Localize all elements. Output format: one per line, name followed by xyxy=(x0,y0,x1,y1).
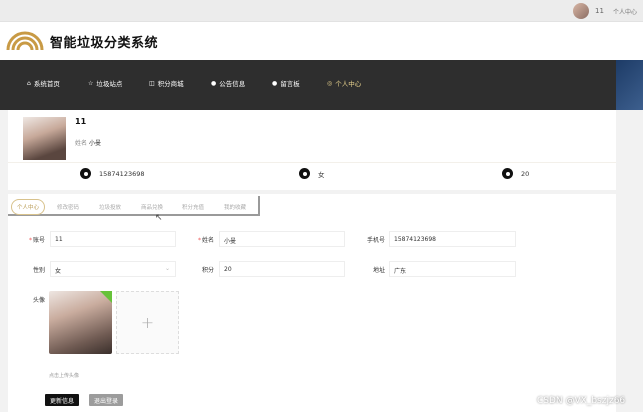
profile-nickname: 小曼 xyxy=(89,140,102,147)
points-icon xyxy=(502,168,513,179)
nav-item-shop[interactable]: ◫ 积分商城 xyxy=(149,78,184,89)
profile-avatar xyxy=(23,117,66,160)
nav-label: 公告信息 xyxy=(219,80,246,88)
top-bar: 11 个人中心 xyxy=(0,0,643,22)
profile-form-card: 个人中心 修改密码 垃圾投放 商品兑换 积分充值 我的收藏 ↖ *账号 11 *… xyxy=(8,194,616,412)
site-title: 智能垃圾分类系统 xyxy=(50,36,159,51)
phone-field[interactable]: 15874123698 xyxy=(389,231,516,247)
stat-points: 20 xyxy=(502,168,529,179)
nav-item-personal-center[interactable]: ◎ 个人中心 xyxy=(327,78,362,89)
tab-personal-center[interactable]: 个人中心 xyxy=(11,199,46,215)
star-icon: ☆ xyxy=(88,79,94,87)
shop-icon: ◫ xyxy=(149,79,155,87)
phone-icon xyxy=(80,168,91,179)
upload-hint: 点击上传头像 xyxy=(49,373,80,379)
nav-item-home[interactable]: ⌂ 系统首页 xyxy=(27,78,60,89)
stat-value: 15874123698 xyxy=(99,169,145,178)
gender-select[interactable]: 女 ⌄ xyxy=(50,261,176,277)
gender-value: 女 xyxy=(55,268,62,275)
home-icon: ⌂ xyxy=(27,79,31,87)
tab-exchange[interactable]: 商品兑换 xyxy=(141,203,163,211)
label-text: 账号 xyxy=(32,237,45,244)
update-button[interactable]: 更新信息 xyxy=(45,394,80,406)
stat-value: 女 xyxy=(318,170,325,179)
gender-icon xyxy=(299,168,310,179)
name-field[interactable]: 小曼 xyxy=(219,231,345,247)
side-background xyxy=(616,60,643,110)
watermark: CSDN @VX_bszjz66 xyxy=(537,396,626,406)
avatar-preview[interactable] xyxy=(49,291,112,354)
avatar-label: 头像 xyxy=(32,297,45,304)
points-field[interactable]: 20 xyxy=(219,261,345,277)
tab-change-password[interactable]: 修改密码 xyxy=(57,203,79,211)
stat-value: 20 xyxy=(521,169,530,178)
nav-label: 积分商城 xyxy=(157,80,184,88)
points-label: 积分 xyxy=(201,267,214,274)
info-icon: ● xyxy=(211,79,217,87)
logout-button[interactable]: 退出登录 xyxy=(89,394,124,406)
mouse-cursor-icon: ↖ xyxy=(155,213,163,223)
gender-label: 性别 xyxy=(32,267,45,274)
user-icon: ◎ xyxy=(327,79,333,87)
divider xyxy=(8,162,616,163)
nav-label: 留言板 xyxy=(280,80,300,88)
site-header: 智能垃圾分类系统 xyxy=(0,22,643,60)
check-icon xyxy=(100,291,112,303)
message-icon: ● xyxy=(272,79,278,87)
chevron-down-icon: ⌄ xyxy=(164,265,170,272)
name-label: *姓名 xyxy=(197,237,214,244)
top-username[interactable]: 11 xyxy=(595,7,604,15)
nav-label: 系统首页 xyxy=(33,80,60,88)
profile-summary: 11 姓名 小曼 15874123698 女 20 xyxy=(8,110,616,190)
nav-label: 个人中心 xyxy=(335,80,362,88)
profile-name: 11 xyxy=(75,117,87,126)
label-text: 姓名 xyxy=(201,237,214,244)
logo-icon xyxy=(6,31,44,51)
account-field[interactable]: 11 xyxy=(50,231,176,247)
tab-garbage-drop[interactable]: 垃圾投放 xyxy=(99,203,121,211)
nav-item-notices[interactable]: ● 公告信息 xyxy=(211,78,246,89)
tab-bar: 个人中心 修改密码 垃圾投放 商品兑换 积分充值 我的收藏 xyxy=(8,196,260,216)
tab-favorites[interactable]: 我的收藏 xyxy=(224,203,246,211)
user-avatar[interactable] xyxy=(573,3,589,19)
personal-center-link[interactable]: 个人中心 xyxy=(613,7,637,16)
main-nav: ⌂ 系统首页 ☆ 垃圾站点 ◫ 积分商城 ● 公告信息 ● 留言板 ◎ 个人中心 xyxy=(0,60,616,110)
stat-gender: 女 xyxy=(299,168,325,179)
profile-nickname-label: 姓名 xyxy=(75,140,88,147)
nav-label: 垃圾站点 xyxy=(96,80,123,88)
nav-item-stations[interactable]: ☆ 垃圾站点 xyxy=(88,78,123,89)
avatar-upload-button[interactable]: + xyxy=(116,291,179,354)
stat-phone: 15874123698 xyxy=(80,168,145,179)
tab-recharge[interactable]: 积分充值 xyxy=(182,203,204,211)
phone-label: 手机号 xyxy=(366,237,385,244)
nav-item-messages[interactable]: ● 留言板 xyxy=(272,78,300,89)
address-label: 地址 xyxy=(372,267,385,274)
plus-icon: + xyxy=(140,313,155,332)
account-label: *账号 xyxy=(28,237,45,244)
address-field[interactable]: 广东 xyxy=(389,261,516,277)
